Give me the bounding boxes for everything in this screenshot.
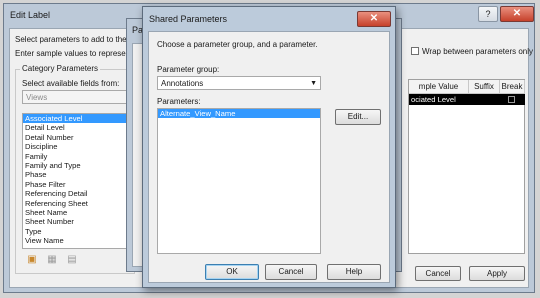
list-item[interactable]: Type bbox=[23, 227, 133, 236]
table-cell-sample-value[interactable]: ociated Level bbox=[411, 95, 456, 104]
parameters-label: Parameters: bbox=[157, 97, 201, 106]
shared-parameters-client: Choose a parameter group, and a paramete… bbox=[148, 31, 390, 283]
list-item[interactable]: Family bbox=[23, 152, 133, 161]
category-parameters-label: Category Parameters bbox=[20, 64, 101, 73]
cancel-button[interactable]: Cancel bbox=[415, 266, 461, 281]
parameter-group-label: Parameter group: bbox=[157, 65, 220, 74]
list-item[interactable]: Phase bbox=[23, 170, 133, 179]
new-parameter-icon[interactable]: ▣ bbox=[26, 254, 38, 266]
help-button[interactable]: Help bbox=[327, 264, 381, 280]
list-item[interactable]: Detail Level bbox=[23, 123, 133, 132]
table-row[interactable]: ociated Level bbox=[409, 94, 525, 105]
help-icon: ? bbox=[485, 9, 491, 19]
instructions-line-2: Enter sample values to represent th bbox=[15, 49, 142, 58]
parameter-group-dropdown[interactable]: Annotations ▼ bbox=[157, 76, 321, 90]
instruction-text: Choose a parameter group, and a paramete… bbox=[157, 40, 318, 49]
list-item[interactable]: Referencing Sheet bbox=[23, 199, 133, 208]
column-header-suffix[interactable]: Suffix bbox=[469, 80, 500, 94]
list-item[interactable]: View Name bbox=[23, 236, 133, 245]
wrap-checkbox[interactable] bbox=[411, 47, 419, 55]
ok-button[interactable]: OK bbox=[205, 264, 259, 280]
apply-button[interactable]: Apply bbox=[469, 266, 525, 281]
close-button[interactable]: ✕ bbox=[500, 6, 534, 22]
list-item[interactable]: Detail Number bbox=[23, 133, 133, 142]
cancel-button[interactable]: Cancel bbox=[265, 264, 317, 280]
column-header-sample-value[interactable]: mple Value bbox=[409, 80, 469, 94]
list-item[interactable]: Referencing Detail bbox=[23, 189, 133, 198]
sample-values-table: mple Value Suffix Break ociated Level bbox=[408, 79, 525, 254]
select-fields-label: Select available fields from: bbox=[22, 79, 120, 88]
shared-parameters-window: Shared Parameters ✕ Choose a parameter g… bbox=[142, 6, 396, 288]
list-item[interactable]: Associated Level bbox=[23, 114, 133, 124]
edit-button[interactable]: Edit... bbox=[335, 109, 381, 125]
shared-parameters-title: Shared Parameters bbox=[149, 14, 228, 24]
list-item[interactable]: Family and Type bbox=[23, 161, 133, 170]
fields-source-value: Views bbox=[26, 93, 48, 102]
close-icon: ✕ bbox=[369, 13, 379, 24]
edit-parameter-icon[interactable]: ▦ bbox=[46, 254, 58, 266]
list-item[interactable]: Discipline bbox=[23, 142, 133, 151]
help-button[interactable]: ? bbox=[478, 6, 498, 22]
list-item[interactable]: Sheet Number bbox=[23, 217, 133, 226]
parameters-list[interactable]: Alternate_View_Name bbox=[157, 108, 321, 254]
list-item[interactable]: Phase Filter bbox=[23, 180, 133, 189]
shared-close-button[interactable]: ✕ bbox=[357, 11, 391, 27]
list-item[interactable]: Alternate_View_Name bbox=[158, 109, 320, 119]
break-checkbox[interactable] bbox=[508, 96, 515, 103]
available-fields-list[interactable]: Associated Level Detail Level Detail Num… bbox=[22, 113, 134, 249]
delete-parameter-icon[interactable]: ▤ bbox=[66, 254, 78, 266]
list-item[interactable]: Sheet Name bbox=[23, 208, 133, 217]
wrap-label: Wrap between parameters only bbox=[422, 47, 534, 56]
column-header-break[interactable]: Break bbox=[500, 80, 525, 94]
close-icon: ✕ bbox=[512, 8, 522, 19]
instructions-line-1: Select parameters to add to the lab bbox=[15, 35, 140, 44]
edit-label-title: Edit Label bbox=[10, 10, 51, 20]
parameter-group-value: Annotations bbox=[161, 79, 204, 88]
chevron-down-icon: ▼ bbox=[310, 80, 317, 87]
fields-source-dropdown[interactable]: Views bbox=[22, 90, 134, 104]
